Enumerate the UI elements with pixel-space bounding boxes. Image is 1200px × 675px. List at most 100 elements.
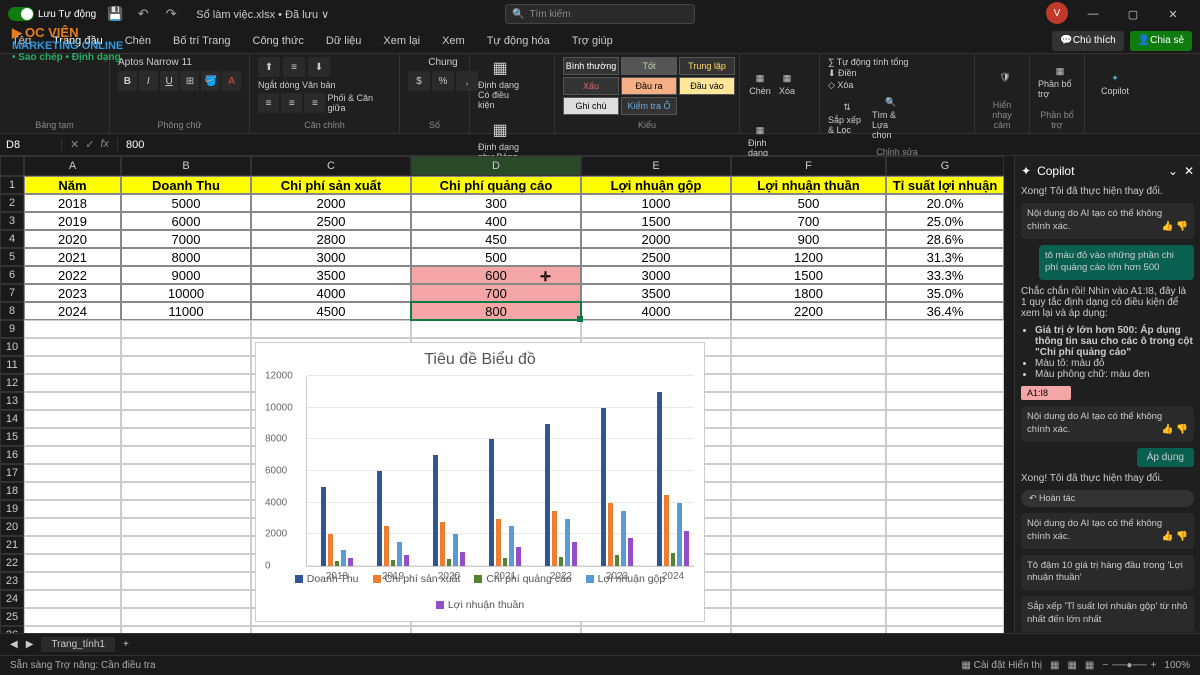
cell[interactable] [24,392,121,410]
col-header-C[interactable]: C [251,156,411,176]
comments-button[interactable]: 💬 Chú thích [1052,31,1123,51]
zoom-out[interactable]: − [1102,660,1108,671]
cell[interactable] [121,374,251,392]
align-bot[interactable]: ⬇ [308,57,330,77]
wrap-text[interactable]: Ngắt dòng Văn bản [258,80,336,90]
cell[interactable] [731,320,886,338]
font-size[interactable]: 11 [182,57,192,68]
zoom-level[interactable]: 100% [1164,660,1190,671]
cell[interactable] [251,626,411,633]
cell[interactable] [121,536,251,554]
cell[interactable] [886,536,1004,554]
cell[interactable] [24,572,121,590]
col-header-F[interactable]: F [731,156,886,176]
sort-filter-button[interactable]: ⇅Sắp xếp & Lọc [828,91,866,145]
cell[interactable] [581,626,731,633]
cell[interactable]: 31.3% [886,248,1004,266]
avatar[interactable]: V [1046,2,1068,24]
delete-button[interactable]: ▦Xóa [775,57,799,111]
border-button[interactable]: ⊞ [180,71,199,91]
cell[interactable] [24,554,121,572]
row-header[interactable]: 11 [0,356,24,374]
view-page-icon[interactable]: ▦ [1067,660,1076,671]
cell[interactable] [24,410,121,428]
cell[interactable] [731,374,886,392]
cell[interactable] [121,320,251,338]
bold-button[interactable]: B [118,71,137,91]
style-good[interactable]: Tốt [621,57,677,75]
cell[interactable] [886,410,1004,428]
cell[interactable] [24,356,121,374]
cell[interactable] [24,464,121,482]
cell[interactable]: 2024 [24,302,121,320]
cell[interactable]: 5000 [121,194,251,212]
cell-header[interactable]: Chi phí sản xuất [251,176,411,194]
cancel-icon[interactable]: ✕ [70,138,79,151]
style-output[interactable]: Đầu ra [621,77,677,95]
cell[interactable] [886,356,1004,374]
row-header[interactable]: 1 [0,176,24,194]
percent-button[interactable]: % [432,71,454,91]
cell-header[interactable]: Tỉ suất lợi nhuận [886,176,1004,194]
tab-help[interactable]: Trợ giúp [568,33,617,49]
row-header[interactable]: 21 [0,536,24,554]
cell[interactable] [731,410,886,428]
share-button[interactable]: 👤 Chia sẻ [1130,31,1192,51]
cell[interactable] [886,482,1004,500]
row-header[interactable]: 12 [0,374,24,392]
row-header[interactable]: 15 [0,428,24,446]
cell[interactable] [121,446,251,464]
tab-nav-next[interactable]: ▶ [26,639,34,650]
cell[interactable] [121,590,251,608]
row-header[interactable]: 18 [0,482,24,500]
row-header[interactable]: 3 [0,212,24,230]
cell[interactable] [731,554,886,572]
cell[interactable] [121,626,251,633]
cell[interactable] [731,590,886,608]
spreadsheet[interactable]: A B C D E F G 1NămDoanh ThuChi phí sản x… [0,156,1015,633]
cell[interactable]: 4000 [251,284,411,302]
cell[interactable]: 3500 [581,284,731,302]
cell[interactable]: 700 [731,212,886,230]
conditional-fmt-button[interactable]: ▦Định dạng Có điều kiện [478,57,522,111]
cell[interactable]: 2019 [24,212,121,230]
cell[interactable]: 33.3% [886,266,1004,284]
cell[interactable]: 300 [411,194,581,212]
cell[interactable] [886,338,1004,356]
close-panel-icon[interactable]: ✕ [1184,164,1194,178]
cell[interactable]: 1500 [581,212,731,230]
cell[interactable] [886,608,1004,626]
cell[interactable] [24,338,121,356]
autosum-button[interactable]: ∑ Tự động tính tổng [828,57,908,67]
cell[interactable] [731,338,886,356]
save-icon[interactable]: 💾 [106,5,124,23]
fill-color-button[interactable]: 🪣 [201,71,220,91]
number-format[interactable]: Chung [428,57,457,68]
cell[interactable]: 1200 [731,248,886,266]
currency-button[interactable]: $ [408,71,430,91]
select-all-corner[interactable] [0,156,24,176]
row-header[interactable]: 10 [0,338,24,356]
row-header[interactable]: 2 [0,194,24,212]
cell[interactable] [24,608,121,626]
row-header[interactable]: 25 [0,608,24,626]
close-icon[interactable]: ✕ [1154,2,1192,26]
cell-header[interactable]: Năm [24,176,121,194]
find-select-button[interactable]: 🔍Tìm & Lựa chọn [872,91,910,145]
suggestion-1[interactable]: Tô đậm 10 giá trị hàng đầu trong 'Lợi nh… [1021,555,1194,591]
tab-nav-prev[interactable]: ◀ [10,639,18,650]
cell[interactable]: 2023 [24,284,121,302]
cell[interactable] [24,428,121,446]
cell[interactable] [581,320,731,338]
cell[interactable] [886,572,1004,590]
copilot-ribbon-button[interactable]: ✦Copilot [1093,57,1137,111]
cell[interactable]: 3000 [581,266,731,284]
cell[interactable] [886,392,1004,410]
cell[interactable]: 35.0% [886,284,1004,302]
row-header[interactable]: 6 [0,266,24,284]
filename[interactable]: Sổ làm việc.xlsx • Đã lưu ∨ [196,8,329,21]
row-header[interactable]: 8 [0,302,24,320]
cell[interactable]: 7000 [121,230,251,248]
cell[interactable]: 10000 [121,284,251,302]
cell[interactable] [121,500,251,518]
